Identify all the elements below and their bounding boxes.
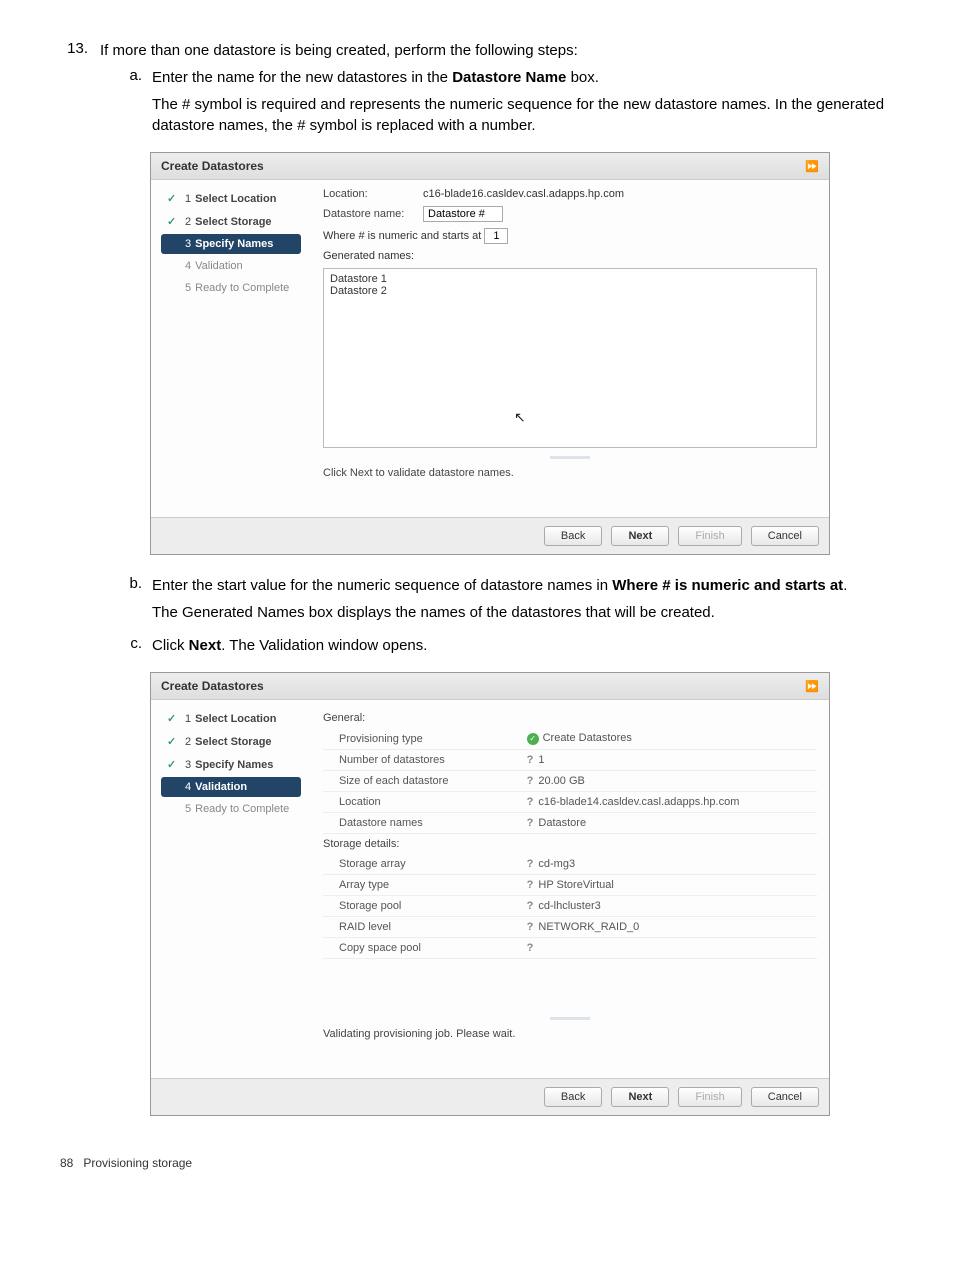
next-button[interactable]: Next <box>611 1087 669 1107</box>
substep-text: Enter the name for the new datastores in… <box>152 69 452 86</box>
substep-text: Enter the start value for the numeric se… <box>152 577 612 594</box>
dialog-title: Create Datastores <box>161 159 264 173</box>
substep-text: . The Validation window opens. <box>221 637 427 654</box>
ok-icon: ✓ <box>527 733 539 745</box>
val-value: 20.00 GB <box>538 775 584 787</box>
dsname-label: Datastore name: <box>323 208 423 220</box>
question-icon: ? <box>527 942 534 954</box>
location-label: Location: <box>323 188 423 200</box>
substep-text: . <box>843 577 847 594</box>
category-label: Storage details: <box>323 834 817 854</box>
val-value: HP StoreVirtual <box>538 879 613 891</box>
substep-text: The # symbol is required and represents … <box>152 94 894 136</box>
wizard-step: Ready to Complete <box>195 282 289 294</box>
question-icon: ? <box>527 817 534 829</box>
question-icon: ? <box>527 796 534 808</box>
create-datastores-dialog-validation: Create Datastores ⏩ ✓1Select Location ✓2… <box>150 672 830 1116</box>
question-icon: ? <box>527 754 534 766</box>
section-title: Provisioning storage <box>83 1156 192 1170</box>
start-number-input[interactable] <box>484 228 508 244</box>
substep-letter: a. <box>128 67 152 142</box>
where-label: Where # is numeric and starts at <box>323 230 481 242</box>
wizard-step[interactable]: Select Location <box>195 713 276 725</box>
substep-text: The Generated Names box displays the nam… <box>152 602 894 623</box>
val-value: Create Datastores <box>543 732 632 744</box>
step-text: If more than one datastore is being crea… <box>100 40 894 61</box>
cursor-icon: ↖ <box>514 409 526 426</box>
wizard-step[interactable]: Select Storage <box>195 216 271 228</box>
check-icon: ✓ <box>167 192 179 205</box>
val-value: cd-lhcluster3 <box>538 900 600 912</box>
where-emph: Where # is numeric and starts at <box>612 577 843 594</box>
splitter-handle[interactable] <box>550 1017 590 1020</box>
finish-button: Finish <box>678 526 741 546</box>
wizard-step[interactable]: Specify Names <box>195 238 273 250</box>
val-label: Copy space pool <box>323 938 521 959</box>
back-button[interactable]: Back <box>544 1087 602 1107</box>
hint-text: Validating provisioning job. Please wait… <box>323 1024 817 1070</box>
create-datastores-dialog: Create Datastores ⏩ ✓1Select Location ✓2… <box>150 152 830 555</box>
substep-letter: c. <box>128 635 152 662</box>
generated-names-label: Generated names: <box>323 250 817 262</box>
substep-letter: b. <box>128 575 152 629</box>
check-icon: ✓ <box>167 758 179 771</box>
back-button[interactable]: Back <box>544 526 602 546</box>
step-number: 13. <box>60 40 100 61</box>
question-icon: ? <box>527 775 534 787</box>
cancel-button[interactable]: Cancel <box>751 1087 819 1107</box>
finish-button: Finish <box>678 1087 741 1107</box>
wizard-step[interactable]: Select Location <box>195 193 276 205</box>
wizard-sidebar: ✓1Select Location ✓2Select Storage 3Spec… <box>151 180 311 517</box>
val-label: Storage pool <box>323 896 521 917</box>
substep-text: box. <box>566 69 599 86</box>
val-value: c16-blade14.casldev.casl.adapps.hp.com <box>538 796 739 808</box>
substep-text: Click <box>152 637 189 654</box>
validation-table: Provisioning type ✓ Create Datastores Numb… <box>323 728 817 834</box>
val-label: Provisioning type <box>323 728 521 750</box>
wizard-step[interactable]: Validation <box>195 781 247 793</box>
location-value: c16-blade16.casldev.casl.adapps.hp.com <box>423 188 624 200</box>
datastore-name-input[interactable] <box>423 206 503 222</box>
cancel-button[interactable]: Cancel <box>751 526 819 546</box>
dialog-title: Create Datastores <box>161 679 264 693</box>
val-label: Number of datastores <box>323 750 521 771</box>
wizard-step[interactable]: Select Storage <box>195 736 271 748</box>
wizard-step[interactable]: Specify Names <box>195 759 273 771</box>
val-label: Datastore names <box>323 813 521 834</box>
page-number: 88 <box>60 1156 73 1170</box>
val-value: Datastore <box>538 817 586 829</box>
val-label: Size of each datastore <box>323 771 521 792</box>
wizard-sidebar: ✓1Select Location ✓2Select Storage ✓3Spe… <box>151 700 311 1078</box>
check-icon: ✓ <box>167 215 179 228</box>
question-icon: ? <box>527 900 534 912</box>
hint-text: Click Next to validate datastore names. <box>323 463 817 509</box>
wizard-step: Validation <box>195 260 243 272</box>
check-icon: ✓ <box>167 735 179 748</box>
question-icon: ? <box>527 879 534 891</box>
val-label: Storage array <box>323 854 521 875</box>
next-button[interactable]: Next <box>611 526 669 546</box>
val-label: Array type <box>323 875 521 896</box>
collapse-icon[interactable]: ⏩ <box>805 160 819 173</box>
splitter-handle[interactable] <box>550 456 590 459</box>
val-value: 1 <box>538 754 544 766</box>
next-emph: Next <box>189 637 222 654</box>
validation-table: Storage array? cd-mg3 Array type? HP Sto… <box>323 854 817 959</box>
collapse-icon[interactable]: ⏩ <box>805 680 819 693</box>
generated-name-item: Datastore 2 <box>330 285 810 297</box>
category-label: General: <box>323 708 817 728</box>
question-icon: ? <box>527 858 534 870</box>
question-icon: ? <box>527 921 534 933</box>
datastore-name-label: Datastore Name <box>452 69 566 86</box>
wizard-step: Ready to Complete <box>195 803 289 815</box>
val-value: cd-mg3 <box>538 858 575 870</box>
check-icon: ✓ <box>167 712 179 725</box>
val-value: NETWORK_RAID_0 <box>538 921 639 933</box>
val-label: RAID level <box>323 917 521 938</box>
val-label: Location <box>323 792 521 813</box>
generated-name-item: Datastore 1 <box>330 273 810 285</box>
generated-names-box: Datastore 1 Datastore 2 ↖ <box>323 268 817 448</box>
